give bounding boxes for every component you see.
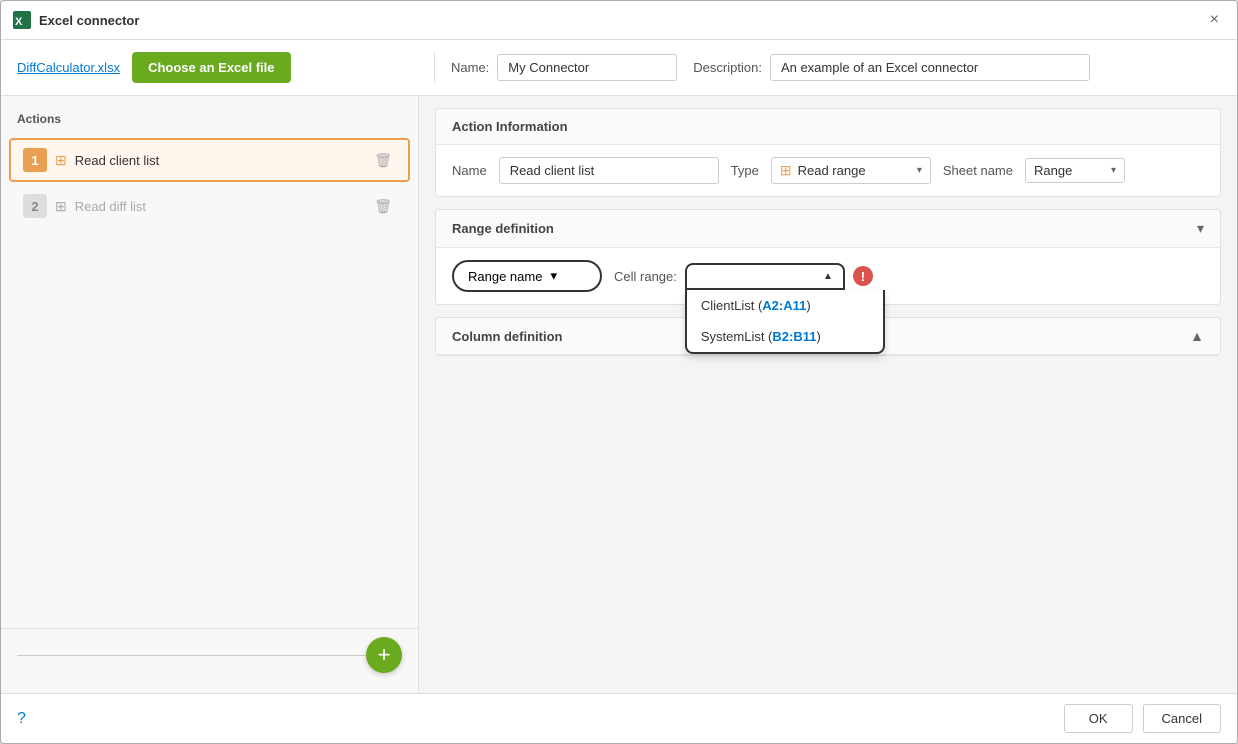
action-info-header: Action Information: [436, 109, 1220, 145]
help-icon[interactable]: ?: [17, 710, 26, 728]
action-item-1[interactable]: 1 ⊞ Read client list 🗑: [9, 138, 410, 182]
action-label-1: Read client list: [75, 153, 370, 168]
action-num-2: 2: [23, 194, 47, 218]
action-num-1: 1: [23, 148, 47, 172]
cell-range-arrow: ▲: [823, 271, 833, 282]
range-name-arrow: ▾: [550, 268, 557, 284]
action-icon-1: ⊞: [55, 152, 67, 169]
action-label-2: Read diff list: [75, 199, 370, 214]
action-info-form-row: Name Type ⊞ Read range ▾ Sheet name Rang…: [452, 157, 1204, 184]
left-panel-footer: +: [1, 628, 418, 681]
file-link[interactable]: DiffCalculator.xlsx: [17, 60, 120, 75]
range-def-title: Range definition: [452, 221, 554, 236]
right-panel: Action Information Name Type ⊞ Read rang…: [419, 96, 1237, 693]
main-content: DiffCalculator.xlsx Choose an Excel file…: [1, 40, 1237, 693]
cell-range-label: Cell range:: [614, 269, 677, 284]
cancel-button[interactable]: Cancel: [1143, 704, 1221, 733]
action-info-body: Name Type ⊞ Read range ▾ Sheet name Rang…: [436, 145, 1220, 196]
body-area: Actions 1 ⊞ Read client list 🗑 2 ⊞ Read …: [1, 96, 1237, 693]
type-label: Type: [731, 163, 759, 178]
action-info-card: Action Information Name Type ⊞ Read rang…: [435, 108, 1221, 197]
action-delete-2[interactable]: 🗑: [370, 196, 396, 217]
range-row: Range name ▾ Cell range: ▲: [452, 260, 1204, 292]
name-field: Name:: [451, 54, 677, 81]
option1-highlight: A2:A11: [762, 298, 806, 313]
sheet-name-value: Range: [1034, 163, 1105, 178]
action-name-label: Name: [452, 163, 487, 178]
connector-name-input[interactable]: [497, 54, 677, 81]
top-header: DiffCalculator.xlsx Choose an Excel file…: [1, 40, 1237, 96]
col-def-title: Column definition: [452, 329, 562, 344]
action-list: 1 ⊞ Read client list 🗑 2 ⊞ Read diff lis…: [1, 136, 418, 628]
file-section: DiffCalculator.xlsx Choose an Excel file: [17, 52, 435, 83]
actions-title: Actions: [1, 108, 418, 136]
left-panel: Actions 1 ⊞ Read client list 🗑 2 ⊞ Read …: [1, 96, 419, 693]
dialog-title: Excel connector: [39, 13, 139, 28]
choose-file-button[interactable]: Choose an Excel file: [132, 52, 290, 83]
name-label: Name:: [451, 60, 489, 75]
action-icon-2: ⊞: [55, 198, 67, 215]
dialog-footer: ? OK Cancel: [1, 693, 1237, 743]
error-icon: !: [853, 266, 873, 286]
excel-connector-dialog: X Excel connector × DiffCalculator.xlsx …: [0, 0, 1238, 744]
range-def-card: Range definition ▾ Range name ▾: [435, 209, 1221, 305]
type-dropdown-icon: ⊞: [780, 162, 792, 179]
connector-description-input[interactable]: [770, 54, 1090, 81]
cell-range-container: Cell range: ▲ ClientLis: [614, 263, 873, 290]
close-button[interactable]: ×: [1204, 9, 1225, 31]
divider: [17, 655, 366, 656]
cell-range-popup: ClientList (A2:A11) SystemList (B2:B11): [685, 290, 885, 354]
sheet-name-label: Sheet name: [943, 163, 1013, 178]
svg-text:X: X: [15, 16, 23, 28]
sheet-name-dropdown[interactable]: Range ▾: [1025, 158, 1125, 183]
col-def-toggle[interactable]: ▲: [1190, 328, 1204, 344]
footer-buttons: OK Cancel: [1064, 704, 1221, 733]
type-dropdown-text: Read range: [798, 163, 911, 178]
option2-highlight: B2:B11: [772, 329, 816, 344]
cell-range-dropdown[interactable]: ▲: [685, 263, 845, 290]
connector-fields: Name: Description:: [451, 54, 1221, 81]
cell-range-wrapper: ▲ ClientList (A2:A11) SystemList (B2: [685, 263, 845, 290]
sheet-dropdown-arrow: ▾: [1111, 165, 1116, 176]
add-action-button[interactable]: +: [366, 637, 402, 673]
description-field: Description:: [693, 54, 1090, 81]
type-dropdown-arrow: ▾: [917, 165, 922, 176]
action-item-2[interactable]: 2 ⊞ Read diff list 🗑: [9, 184, 410, 228]
type-dropdown[interactable]: ⊞ Read range ▾: [771, 157, 931, 184]
range-def-header: Range definition ▾: [436, 210, 1220, 248]
action-name-input[interactable]: [499, 157, 719, 184]
range-name-text: Range name: [468, 269, 542, 284]
plus-icon: +: [378, 642, 391, 668]
ok-button[interactable]: OK: [1064, 704, 1133, 733]
range-name-dropdown[interactable]: Range name ▾: [452, 260, 602, 292]
action-delete-1[interactable]: 🗑: [370, 150, 396, 171]
range-def-body: Range name ▾ Cell range: ▲: [436, 248, 1220, 304]
title-bar-left: X Excel connector: [13, 11, 139, 29]
excel-icon: X: [13, 11, 31, 29]
title-bar: X Excel connector ×: [1, 1, 1237, 40]
cell-range-option-2[interactable]: SystemList (B2:B11): [687, 321, 883, 352]
action-info-title: Action Information: [452, 119, 568, 134]
cell-range-option-1[interactable]: ClientList (A2:A11): [687, 290, 883, 321]
description-label: Description:: [693, 60, 762, 75]
range-def-toggle[interactable]: ▾: [1197, 220, 1204, 237]
